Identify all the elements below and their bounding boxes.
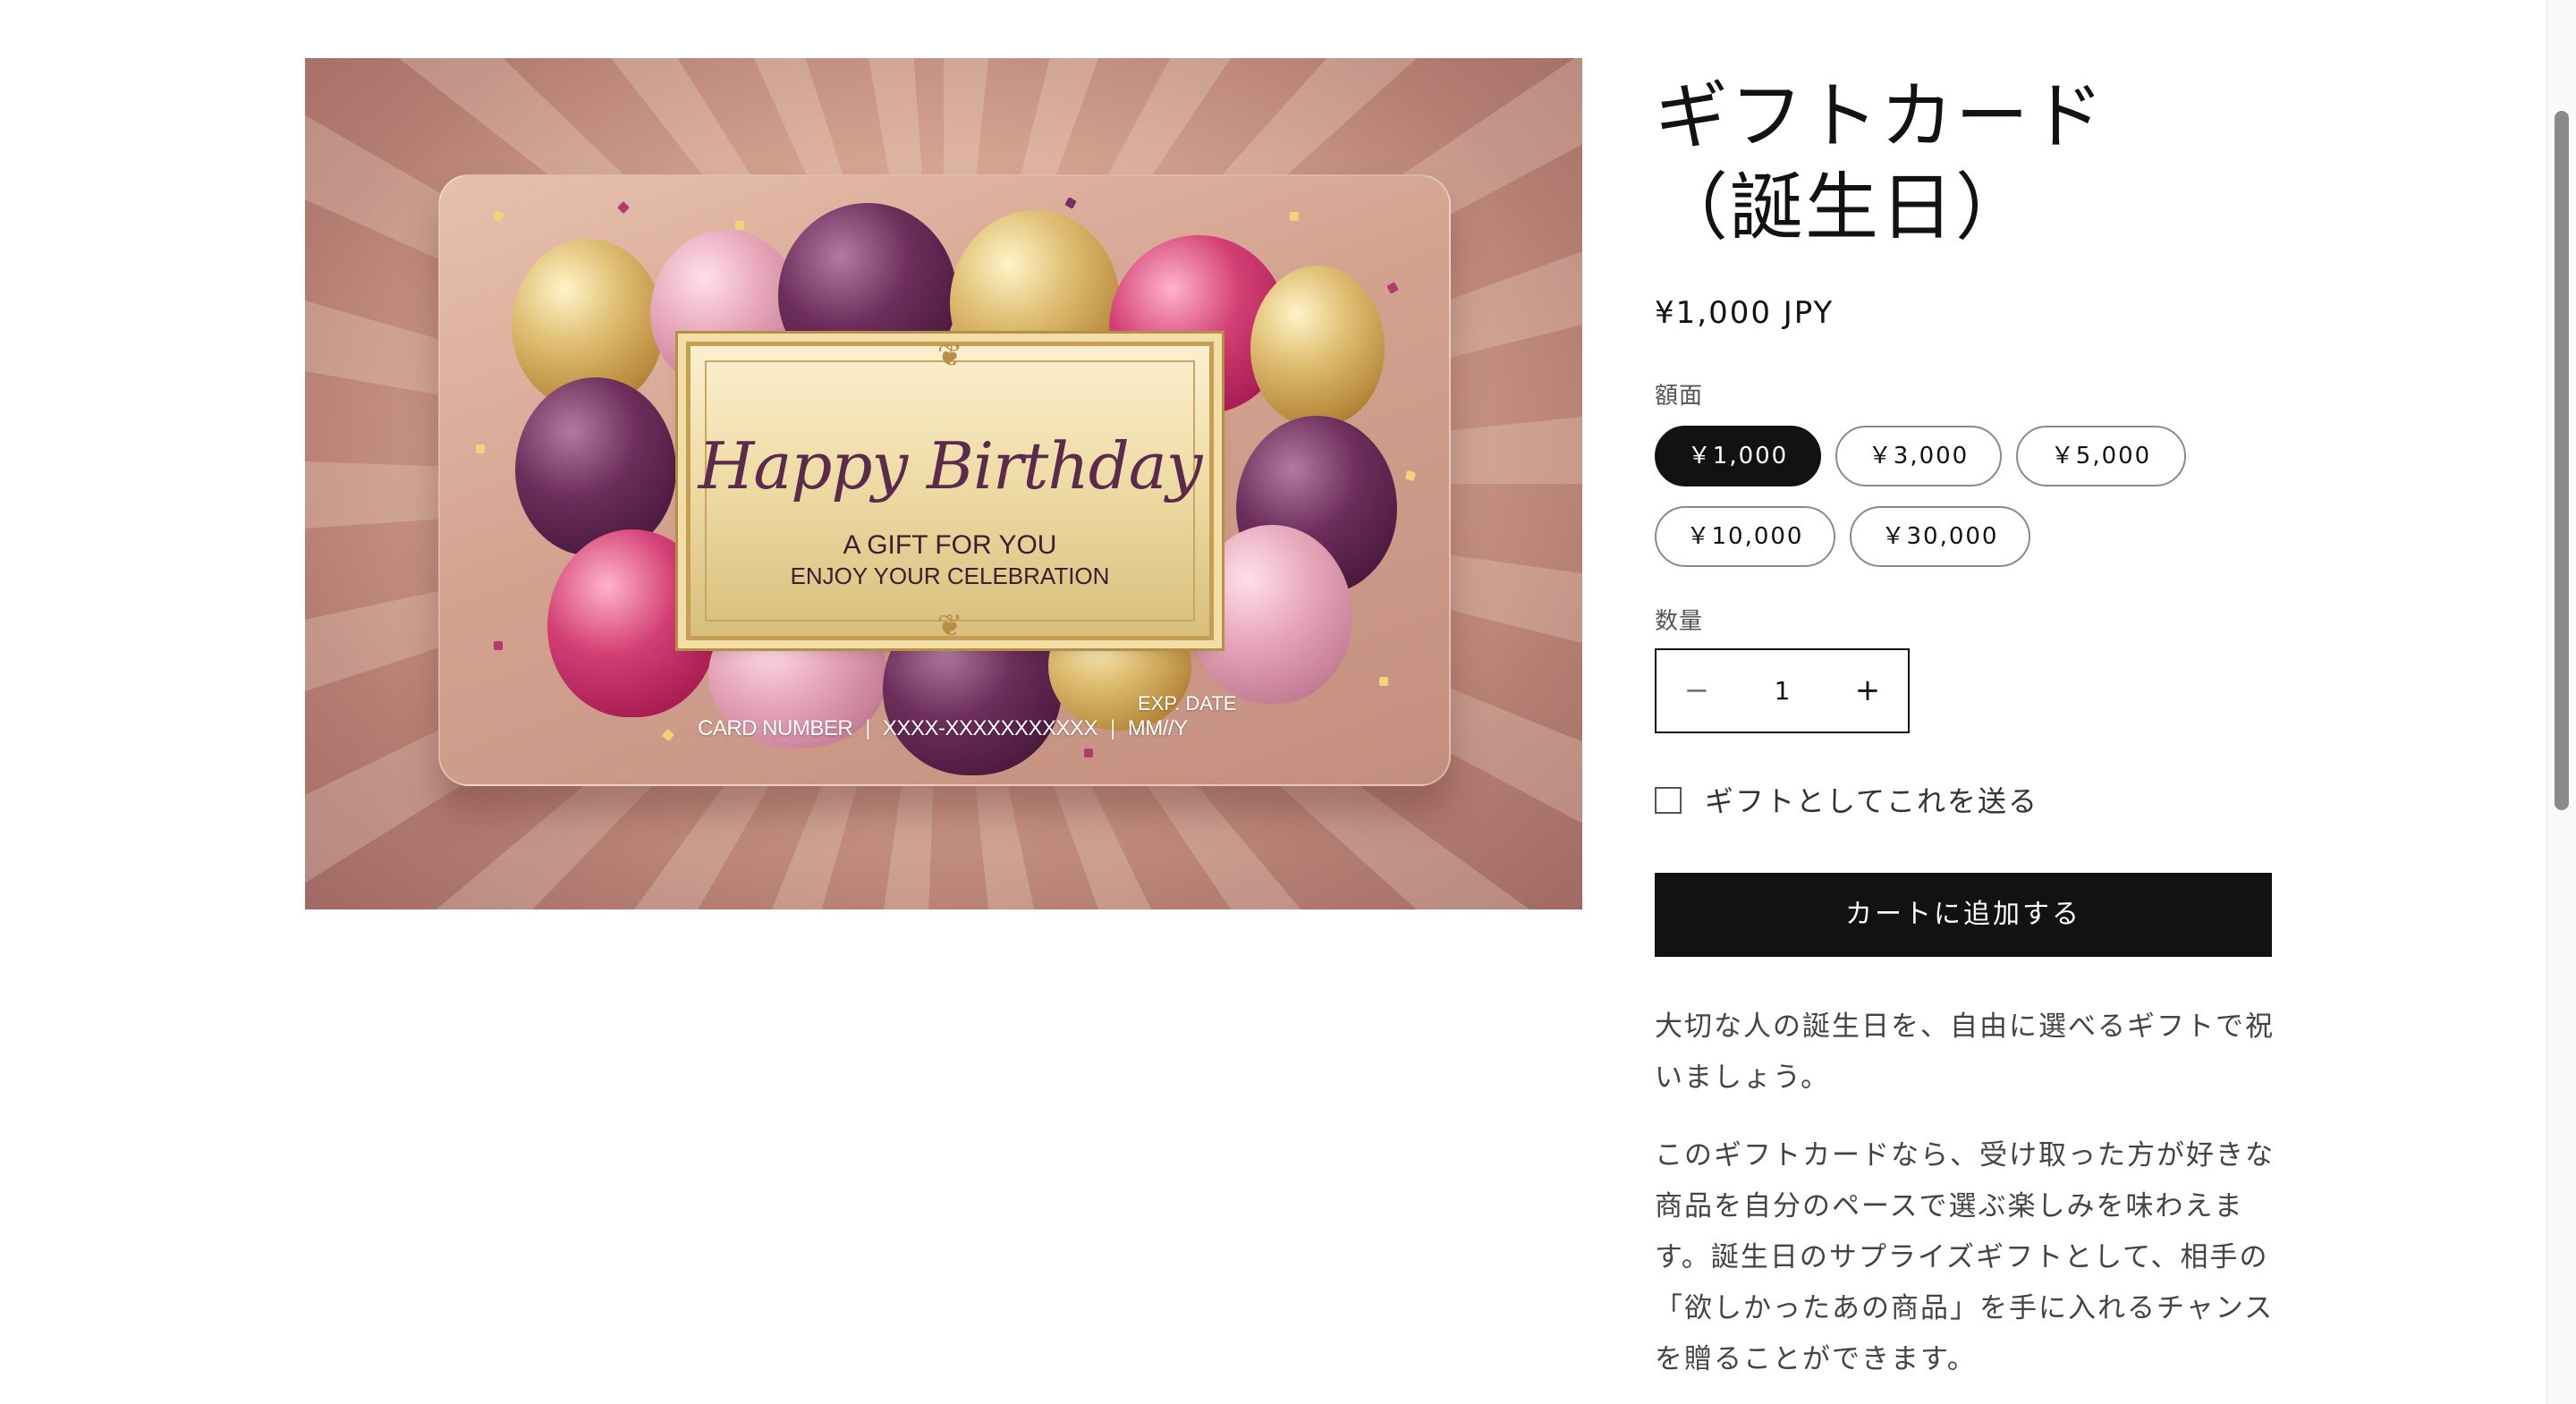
confetti [1379,677,1388,686]
product-description-2: このギフトカードなら、受け取った方が好きな商品を自分のペースで選ぶ楽しみを味わえ… [1655,1139,2275,1375]
card-number: XXXX-XXXXXXXXXXX [882,716,1098,740]
confetti [1084,749,1093,757]
confetti [1290,212,1299,221]
scrollbar-thumb[interactable] [2555,111,2569,810]
confetti [1404,469,1417,482]
card-exp-value: MM//Y [1127,716,1188,740]
card-title: Happy Birthday [698,428,1203,503]
confetti [661,728,675,742]
product-price: ¥1,000 JPY [1655,295,1835,331]
denomination-option-30000[interactable]: ￥30,000 [1850,506,2030,567]
product-description-1: 大切な人の誕生日を、自由に選べるギフトで祝いましょう。 [1655,1011,2275,1094]
quantity-input[interactable]: 1 [1737,650,1827,732]
ornament-icon: ❦ [936,338,963,374]
card-tagline: ENJOY YOUR CELEBRATION [790,562,1110,589]
ornament-icon: ❦ [936,608,963,644]
denomination-option-5000[interactable]: ￥5,000 [2016,426,2186,486]
gift-card-illustration: ❦ ❦ Happy Birthday A GIFT FOR YOU ENJOY … [438,174,1451,786]
quantity-decrease-button[interactable]: − [1657,650,1737,732]
quantity-increase-button[interactable]: + [1827,650,1908,732]
add-to-cart-button[interactable]: カートに追加する [1655,873,2272,957]
separator: | [865,716,870,740]
product-image[interactable]: ❦ ❦ Happy Birthday A GIFT FOR YOU ENJOY … [305,58,1582,909]
gift-checkbox[interactable] [1655,787,1682,814]
confetti [492,210,504,223]
balloon [1191,525,1352,704]
quantity-label: 数量 [1655,608,1704,635]
balloon [1250,266,1385,427]
confetti [1386,282,1399,294]
page-scrollbar[interactable] [2546,0,2576,1404]
denomination-option-10000[interactable]: ￥10,000 [1655,506,1835,567]
quantity-stepper: − 1 + [1655,648,1910,733]
denomination-label: 額面 [1655,383,1704,410]
card-footer: CARD NUMBER | XXXX-XXXXXXXXXXX | MM//Y [698,716,1188,741]
confetti [476,444,485,453]
card-subtitle: A GIFT FOR YOU [843,530,1057,560]
confetti [1064,197,1077,209]
card-label-plate: ❦ ❦ Happy Birthday A GIFT FOR YOU ENJOY … [686,338,1214,644]
confetti [735,221,744,230]
gift-checkbox-label[interactable]: ギフトとしてこれを送る [1705,783,2038,819]
denomination-option-3000[interactable]: ￥3,000 [1835,426,2002,486]
card-number-label: CARD NUMBER [698,716,853,740]
product-title: ギフトカード（誕生日） [1655,74,2106,250]
product-info: ギフトカード（誕生日） ¥1,000 JPY 額面 ￥1,000 ￥3,000 … [1655,72,2273,1375]
card-exp-label: EXP. DATE [1138,692,1237,715]
separator: | [1110,716,1115,740]
confetti [494,641,503,650]
product-page: ❦ ❦ Happy Birthday A GIFT FOR YOU ENJOY … [0,0,2576,1404]
confetti [616,200,631,215]
denomination-option-1000[interactable]: ￥1,000 [1655,426,1821,486]
balloon [515,377,676,556]
